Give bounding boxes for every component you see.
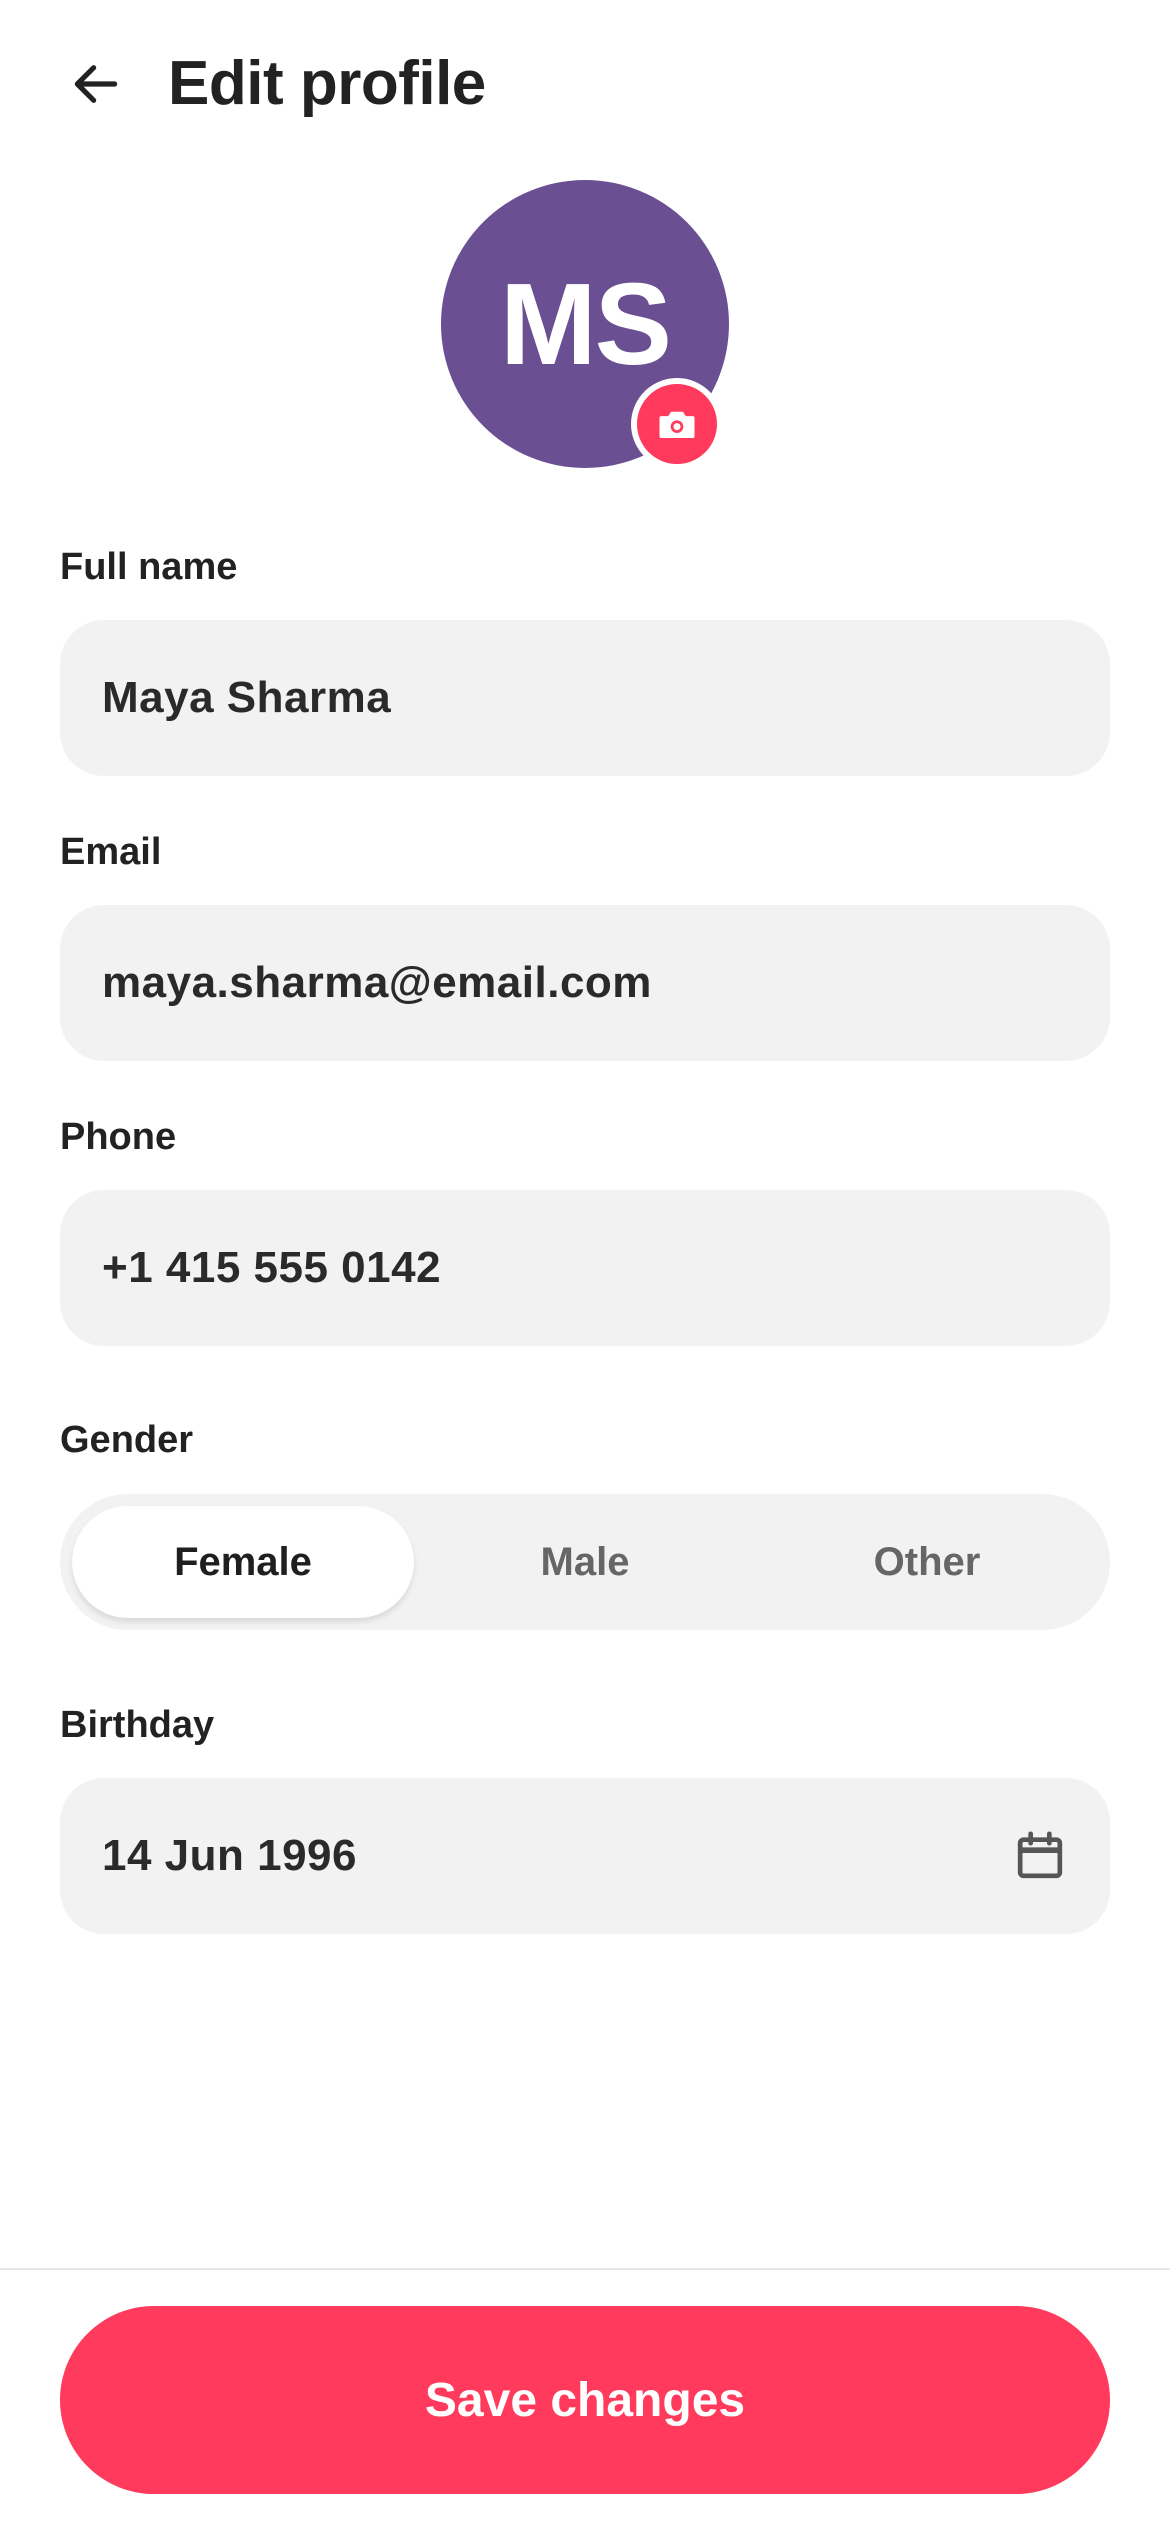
birthday-field[interactable]: 14 Jun 1996 — [60, 1778, 1110, 1934]
email-field[interactable] — [60, 905, 1110, 1061]
avatar-container: MS — [441, 180, 729, 470]
full-name-label: Full name — [60, 546, 238, 588]
page-title: Edit profile — [168, 49, 486, 118]
full-name-field[interactable] — [60, 620, 1110, 776]
email-input[interactable] — [102, 958, 1002, 1008]
arrow-left-icon — [74, 65, 118, 103]
gender-option-other[interactable]: Other — [756, 1506, 1098, 1618]
birthday-label: Birthday — [60, 1704, 215, 1746]
birthday-value: 14 Jun 1996 — [102, 1831, 357, 1880]
calendar-icon[interactable] — [1012, 1828, 1068, 1884]
phone-label: Phone — [60, 1116, 177, 1158]
avatar-initials: MS — [500, 259, 672, 389]
back-button[interactable] — [56, 40, 136, 128]
email-label: Email — [60, 831, 162, 873]
camera-icon — [659, 411, 695, 438]
phone-input[interactable] — [102, 1243, 1002, 1293]
save-changes-button[interactable]: Save changes — [60, 2306, 1110, 2494]
gender-label: Gender — [60, 1419, 194, 1461]
bottom-divider — [0, 2268, 1170, 2270]
gender-selector: Female Male Other — [60, 1494, 1110, 1630]
gender-option-female[interactable]: Female — [72, 1506, 414, 1618]
header: Edit profile — [0, 0, 1170, 170]
phone-field[interactable] — [60, 1190, 1110, 1346]
change-photo-button[interactable] — [631, 378, 723, 470]
full-name-input[interactable] — [102, 673, 1002, 723]
gender-option-male[interactable]: Male — [414, 1506, 756, 1618]
